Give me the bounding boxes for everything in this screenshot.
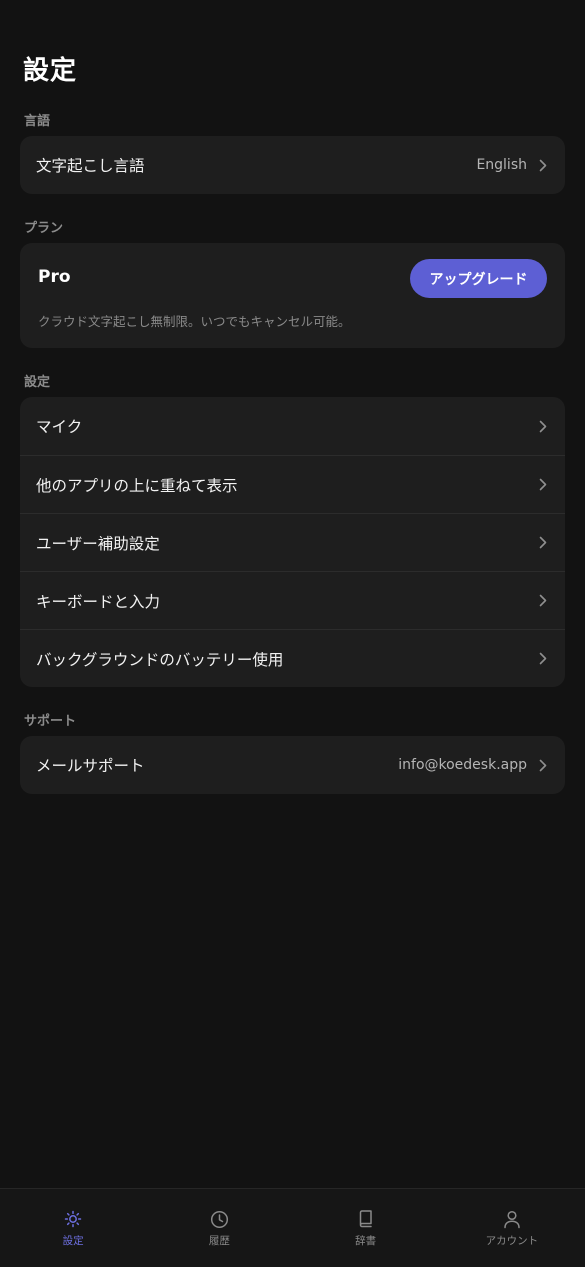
bottom-tab-bar: 設定 履歴 辞書 アカウント [0,1188,585,1267]
settings-item-label: 他のアプリの上に重ねて表示 [36,476,238,495]
settings-item-label: ユーザー補助設定 [36,534,160,553]
settings-item-label: マイク [36,418,83,436]
transcription-language-row[interactable]: 文字起こし言語 English [20,136,565,194]
tab-settings[interactable]: 設定 [0,1189,146,1267]
plan-name: Pro [38,267,71,287]
tab-label: 辞書 [355,1235,377,1247]
tab-history[interactable]: 履歴 [146,1189,292,1267]
mail-support-label: メールサポート [36,757,145,775]
mail-support-value: info@koedesk.app [398,757,527,773]
tab-label: 履歴 [208,1235,230,1247]
section-label-plan: プラン [24,221,64,236]
section-label-support: サポート [24,714,77,729]
chevron-right-icon [537,652,549,666]
person-icon [502,1209,522,1229]
settings-item-label: キーボードと入力 [36,592,161,611]
settings-item-battery[interactable]: バックグラウンドのバッテリー使用 [20,629,565,687]
gear-icon [63,1209,83,1229]
chevron-right-icon [537,758,549,772]
language-card: 文字起こし言語 English [20,136,565,194]
clock-icon [209,1209,229,1229]
chevron-right-icon [537,594,549,608]
plan-card: Pro アップグレード クラウド文字起こし無制限。いつでもキャンセル可能。 [20,243,565,348]
support-card: メールサポート info@koedesk.app [20,736,565,794]
book-icon [356,1209,376,1229]
settings-item-overlay[interactable]: 他のアプリの上に重ねて表示 [20,455,565,513]
settings-item-accessibility[interactable]: ユーザー補助設定 [20,513,565,571]
mail-support-row[interactable]: メールサポート info@koedesk.app [20,736,565,794]
chevron-right-icon [537,158,549,172]
settings-card: マイク 他のアプリの上に重ねて表示 ユーザー補助設定 キーボードと入力 バックグ… [20,397,565,687]
chevron-right-icon [537,536,549,550]
tab-account[interactable]: アカウント [439,1189,585,1267]
plan-description: クラウド文字起こし無制限。いつでもキャンセル可能。 [38,314,351,329]
tab-label: 設定 [62,1235,84,1247]
settings-item-microphone[interactable]: マイク [20,397,565,455]
settings-item-keyboard[interactable]: キーボードと入力 [20,571,565,629]
section-label-settings: 設定 [24,375,51,390]
tab-label: アカウント [485,1235,539,1247]
chevron-right-icon [537,419,549,433]
page-title: 設定 [23,56,78,86]
tab-dictionary[interactable]: 辞書 [293,1189,439,1267]
chevron-right-icon [537,478,549,492]
settings-item-label: バックグラウンドのバッテリー使用 [36,650,284,669]
section-label-language: 言語 [24,114,51,129]
upgrade-button[interactable]: アップグレード [410,259,547,298]
transcription-language-value: English [476,157,527,173]
transcription-language-label: 文字起こし言語 [36,157,145,175]
